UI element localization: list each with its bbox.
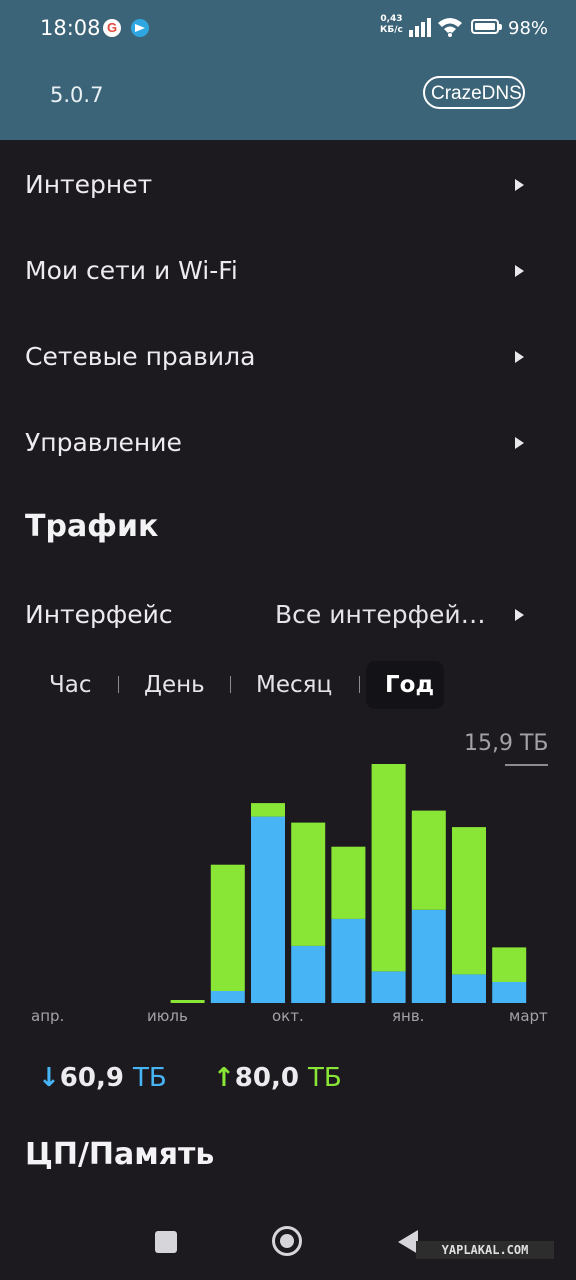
home-button[interactable] xyxy=(272,1226,302,1256)
chevron-right-icon xyxy=(515,179,524,191)
watermark: YAPLAKAL.COM xyxy=(416,1241,554,1259)
battery-level: 98% xyxy=(508,18,549,39)
chevron-right-icon xyxy=(515,351,524,363)
download-value: 60,9 xyxy=(59,1063,124,1093)
menu-item-label: Управление xyxy=(25,428,182,457)
bar-upload xyxy=(492,947,527,982)
bar-upload xyxy=(291,822,326,946)
battery-icon xyxy=(471,19,502,34)
bar-upload xyxy=(331,846,366,919)
menu-item-label: Интернет xyxy=(25,170,153,199)
menu-item-internet[interactable]: Интернет xyxy=(0,143,576,229)
download-total: ↓60,9 ТБ xyxy=(38,1063,167,1093)
app-version: 5.0.7 xyxy=(50,83,104,107)
traffic-chart xyxy=(170,764,527,1003)
bar-download xyxy=(411,909,446,1003)
dns-button[interactable]: CrazeDNS xyxy=(423,76,525,109)
tab-hour[interactable]: Час xyxy=(49,672,92,698)
interface-value: Все интерфей… xyxy=(275,600,486,629)
net-speed-unit: КБ/с xyxy=(380,25,403,35)
net-speed-value: 0,43 xyxy=(380,14,403,24)
interface-label: Интерфейс xyxy=(25,600,173,629)
signal-icon xyxy=(409,18,431,37)
upload-arrow-icon: ↑ xyxy=(213,1063,235,1093)
x-tick-label: апр. xyxy=(31,1007,65,1025)
upload-total: ↑80,0 ТБ xyxy=(213,1063,342,1093)
x-tick-label: июль xyxy=(147,1007,188,1025)
bar-download xyxy=(291,945,326,1003)
bar-download xyxy=(452,974,486,1003)
tab-day[interactable]: День xyxy=(144,672,205,698)
tab-divider xyxy=(118,676,119,693)
net-speed: 0,43 КБ/с xyxy=(380,14,403,36)
bar-upload xyxy=(452,827,486,975)
menu-item-label: Сетевые правила xyxy=(25,342,256,371)
cpu-memory-section-title: ЦП/Память xyxy=(25,1137,215,1172)
tab-divider xyxy=(230,676,231,693)
bar-upload xyxy=(411,810,446,910)
traffic-section-title: Трафик xyxy=(25,509,159,544)
back-button[interactable] xyxy=(398,1230,418,1254)
status-time: 18:08 xyxy=(40,16,101,40)
chevron-right-icon xyxy=(515,437,524,449)
x-tick-label: янв. xyxy=(392,1007,425,1025)
status-bar: 18:08 G 0,43 КБ/с 98% xyxy=(0,0,576,56)
bar-upload xyxy=(251,803,285,817)
bar-upload xyxy=(210,864,245,991)
recents-button[interactable] xyxy=(155,1231,177,1253)
menu-item-networks-wifi[interactable]: Мои сети и Wi-Fi xyxy=(0,229,576,315)
chart-max-label: 15,9 ТБ xyxy=(464,731,549,756)
menu-item-management[interactable]: Управление xyxy=(0,401,576,487)
bar-upload xyxy=(371,764,406,972)
wifi-icon xyxy=(438,18,462,37)
tab-month[interactable]: Месяц xyxy=(256,672,332,698)
menu-item-label: Мои сети и Wi-Fi xyxy=(25,256,238,285)
upload-value: 80,0 xyxy=(234,1063,299,1093)
bar-download xyxy=(371,971,406,1003)
bar-download xyxy=(210,991,245,1003)
tab-year[interactable]: Год xyxy=(385,672,434,698)
download-unit: ТБ xyxy=(133,1063,167,1093)
bar-download xyxy=(492,982,527,1003)
chevron-right-icon xyxy=(515,609,524,621)
google-icon: G xyxy=(103,19,121,37)
upload-unit: ТБ xyxy=(308,1063,342,1093)
menu-item-network-rules[interactable]: Сетевые правила xyxy=(0,315,576,401)
telegram-icon xyxy=(131,19,149,37)
bar-upload xyxy=(170,1000,205,1003)
bar-download xyxy=(251,816,285,1003)
tab-divider xyxy=(359,676,360,693)
download-arrow-icon: ↓ xyxy=(38,1063,60,1093)
bar-download xyxy=(331,918,366,1003)
x-tick-label: март xyxy=(509,1007,548,1025)
chevron-right-icon xyxy=(515,265,524,277)
x-tick-label: окт. xyxy=(272,1007,304,1025)
